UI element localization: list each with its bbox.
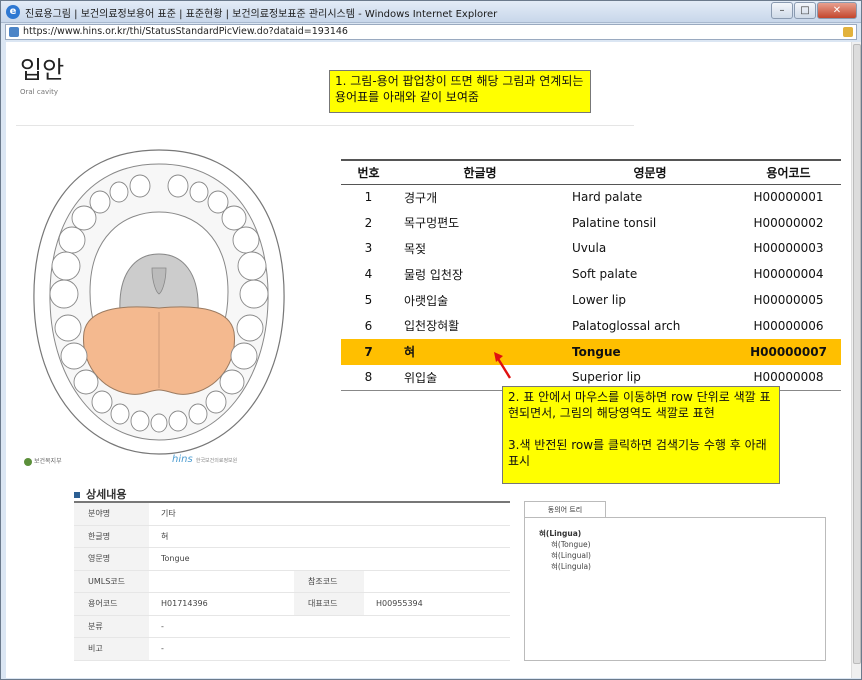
table-row[interactable]: 3 목젖 Uvula H00000003 <box>341 236 841 262</box>
detail-key: 영문명 <box>74 548 149 570</box>
detail-key: UMLS코드 <box>74 570 149 592</box>
vertical-scrollbar[interactable] <box>851 42 861 678</box>
table-row[interactable]: 5 아랫입술 Lower lip H00000005 <box>341 287 841 313</box>
terms-table-header: 번호 한글명 영문명 용어코드 <box>341 159 841 185</box>
tree-child[interactable]: 혀(Lingual) <box>539 550 811 561</box>
detail-value: - <box>161 644 164 654</box>
page-subtitle: Oral cavity <box>20 88 58 96</box>
oral-cavity-illustration[interactable] <box>28 142 290 460</box>
minimize-button[interactable]: – <box>771 2 793 19</box>
terms-table: 번호 한글명 영문명 용어코드 1 경구개 Hard palate H00000… <box>341 159 841 391</box>
detail-row: 영문명 Tongue <box>74 548 510 571</box>
header-korean-name: 한글명 <box>396 159 564 185</box>
tree-child[interactable]: 혀(Lingula) <box>539 561 811 572</box>
ministry-logo: 보건복지부 <box>24 456 62 466</box>
close-button[interactable]: ✕ <box>817 2 857 19</box>
detail-row: UMLS코드 참조코드 <box>74 570 510 593</box>
table-row-highlighted[interactable]: 7 혀 Tongue H00000007 <box>341 338 841 365</box>
annotation-note-2: 2. 표 안에서 마우스를 이동하면 row 단위로 색깔 표현되면서, 그림의… <box>502 386 780 484</box>
detail-key: 참조코드 <box>294 570 364 592</box>
window-title: 진료용그림 | 보건의료정보용어 표준 | 표준현황 | 보건의료정보표준 관리… <box>25 9 498 20</box>
detail-value: 혀 <box>161 531 169 541</box>
page-icon <box>9 27 19 37</box>
synonym-tree: 혀(Lingua) 혀(Tongue) 혀(Lingual) 혀(Lingula… <box>524 517 826 661</box>
detail-heading: 상세내용 <box>74 486 126 502</box>
detail-key: 분야명 <box>74 503 149 525</box>
detail-table: 분야명 기타 한글명 혀 영문명 Tongue UMLS코드 참조코드 용어코드… <box>74 501 510 661</box>
page-content: 입안 Oral cavity 1. 그림-용어 팝업창이 뜨면 해당 그림과 연… <box>6 42 851 678</box>
detail-value: H01714396 <box>161 599 208 609</box>
detail-value: - <box>161 621 164 631</box>
tab-synonym-tree[interactable]: 동의어 트리 <box>524 501 606 518</box>
header-term-code: 용어코드 <box>736 159 841 185</box>
detail-key: 한글명 <box>74 525 149 547</box>
detail-row: 비고 - <box>74 638 510 661</box>
table-row[interactable]: 4 물렁 입천장 Soft palate H00000004 <box>341 261 841 287</box>
synonym-tree-panel: 동의어 트리 혀(Lingua) 혀(Tongue) 혀(Lingual) 혀(… <box>524 499 826 661</box>
detail-key: 분류 <box>74 615 149 637</box>
detail-key: 비고 <box>74 638 149 660</box>
table-row[interactable]: 2 목구멍편도 Palatine tonsil H00000002 <box>341 210 841 236</box>
header-no: 번호 <box>341 159 396 185</box>
bullet-square-icon <box>74 492 80 498</box>
header-english-name: 영문명 <box>564 159 736 185</box>
table-row[interactable]: 6 입천장혀활 Palatoglossal arch H00000006 <box>341 313 841 339</box>
security-lock-icon[interactable] <box>843 27 853 37</box>
scrollbar-thumb[interactable] <box>853 44 861 664</box>
hins-logo: hins 한국보건의료정보원 <box>172 454 238 465</box>
address-bar[interactable]: https://www.hins.or.kr/thi/StatusStandar… <box>5 24 857 40</box>
detail-value: 기타 <box>161 509 176 519</box>
detail-row: 분야명 기타 <box>74 503 510 526</box>
ie-logo-icon: e <box>6 5 20 19</box>
annotation-note-1: 1. 그림-용어 팝업창이 뜨면 해당 그림과 연계되는 용어표를 아래와 같이… <box>329 70 591 113</box>
detail-key: 대표코드 <box>294 593 364 615</box>
detail-value <box>149 571 294 593</box>
title-bar: e 진료용그림 | 보건의료정보용어 표준 | 표준현황 | 보건의료정보표준 … <box>1 1 861 23</box>
detail-value: H00955394 <box>376 599 423 609</box>
page-title: 입안 <box>20 56 65 84</box>
tree-child[interactable]: 혀(Tongue) <box>539 539 811 550</box>
url-text[interactable]: https://www.hins.or.kr/thi/StatusStandar… <box>23 26 348 37</box>
detail-value <box>364 571 376 593</box>
detail-row: 분류 - <box>74 615 510 638</box>
ministry-emblem-icon <box>24 457 32 466</box>
detail-value: Tongue <box>161 554 190 564</box>
table-row[interactable]: 1 경구개 Hard palate H00000001 <box>341 184 841 210</box>
detail-key: 용어코드 <box>74 593 149 615</box>
browser-window: e 진료용그림 | 보건의료정보용어 표준 | 표준현황 | 보건의료정보표준 … <box>0 0 862 680</box>
red-arrow-icon <box>494 352 512 379</box>
maximize-button[interactable]: □ <box>794 2 816 19</box>
divider <box>16 125 634 126</box>
detail-row: 한글명 혀 <box>74 525 510 548</box>
tree-root[interactable]: 혀(Lingua) <box>539 528 811 539</box>
detail-row: 용어코드 H01714396 대표코드 H00955394 <box>74 593 510 616</box>
